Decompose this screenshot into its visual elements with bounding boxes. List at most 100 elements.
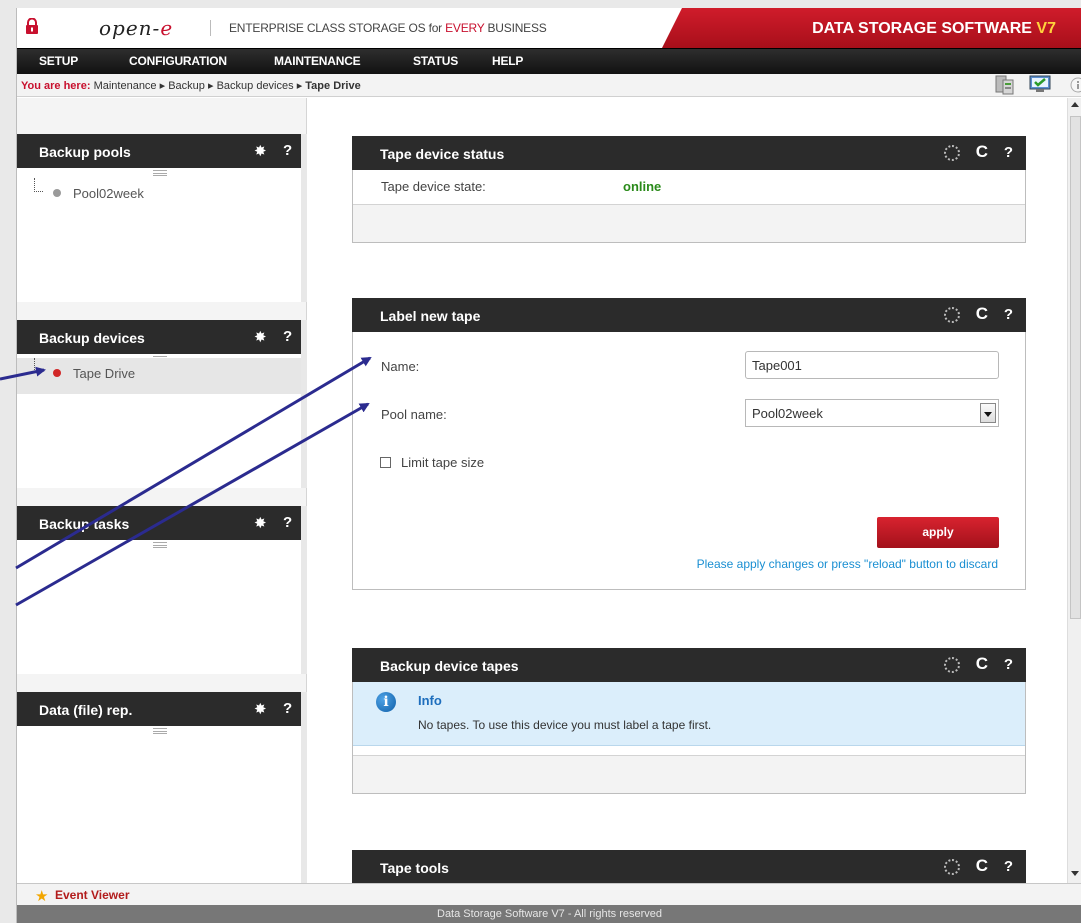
panel-title: Label new tape — [380, 308, 481, 324]
footer-text: Data Storage Software V7 - All rights re… — [437, 908, 662, 920]
breadcrumb-current: Tape Drive — [305, 80, 361, 92]
panel-title: Backup tasks — [39, 516, 130, 532]
panel-data-file-rep: Data (file) rep. ✸ ? — [17, 692, 307, 886]
panel-title: Tape device status — [380, 146, 505, 162]
menu-configuration[interactable]: CONFIGURATION — [129, 54, 227, 68]
panel-header: Tape device status C ? — [352, 136, 1026, 170]
reload-icon[interactable]: C — [976, 654, 988, 674]
panel-backup-pools: Backup pools ✸ ? Pool02week — [17, 134, 307, 302]
status-dot-icon — [53, 189, 61, 197]
help-icon[interactable]: ? — [1004, 656, 1013, 673]
chevron-down-icon[interactable] — [980, 403, 996, 423]
panel-tape-device-status: Tape device status C ? Tape device state… — [352, 136, 1026, 243]
breadcrumb-separator: ▸ — [207, 80, 214, 92]
panel-label-new-tape: Label new tape C ? Name: Tape001 Pool na… — [352, 298, 1026, 590]
limit-tape-size-label: Limit tape size — [401, 455, 485, 470]
tree-item-pool02week[interactable]: Pool02week — [17, 178, 301, 214]
menu-setup[interactable]: SETUP — [39, 54, 78, 68]
panel-footer — [353, 755, 1025, 793]
help-icon[interactable]: ? — [1004, 144, 1013, 161]
left-sidebar: Backup pools ✸ ? Pool02week Backup devic… — [17, 98, 307, 886]
apply-hint: Please apply changes or press "reload" b… — [696, 557, 998, 571]
apply-button[interactable]: apply — [877, 517, 999, 548]
panel-body — [17, 726, 307, 886]
state-value: online — [623, 179, 662, 194]
gear-icon[interactable]: ✸ — [254, 700, 267, 718]
pool-name-label: Pool name: — [381, 407, 447, 422]
header-divider — [210, 20, 211, 36]
breadcrumb-item[interactable]: Maintenance — [94, 80, 157, 92]
help-icon[interactable]: ? — [283, 328, 292, 345]
help-icon[interactable]: ? — [1004, 306, 1013, 323]
info-title: Info — [418, 693, 442, 708]
scroll-down-icon[interactable] — [1071, 871, 1079, 876]
gear-icon[interactable]: ✸ — [254, 514, 267, 532]
scroll-up-icon[interactable] — [1071, 102, 1079, 107]
help-icon[interactable]: ? — [283, 514, 292, 531]
panel-title: Backup device tapes — [380, 658, 519, 674]
panel-header: Label new tape C ? — [352, 298, 1026, 332]
limit-tape-size-checkbox[interactable] — [380, 457, 391, 468]
menu-status[interactable]: STATUS — [413, 54, 458, 68]
tape-name-input[interactable]: Tape001 — [745, 351, 999, 379]
panel-header: Data (file) rep. ✸ ? — [17, 692, 307, 726]
tree-connector — [34, 178, 43, 192]
menu-maintenance[interactable]: MAINTENANCE — [274, 54, 361, 68]
panel-tape-tools: Tape tools C ? — [352, 850, 1026, 883]
brand-band: DATA STORAGE SOFTWARE V7 — [662, 8, 1081, 48]
panel-header: Backup pools ✸ ? — [17, 134, 307, 168]
pool-name-value: Pool02week — [752, 406, 823, 421]
tagline: ENTERPRISE CLASS STORAGE OS for EVERY BU… — [229, 21, 547, 35]
header: open-e ENTERPRISE CLASS STORAGE OS for E… — [17, 8, 1081, 48]
panel-backup-devices: Backup devices ✸ ? Tape Drive — [17, 320, 307, 488]
loading-spinner-icon — [944, 657, 960, 673]
help-icon[interactable]: ? — [1004, 858, 1013, 875]
main-content: Tape device status C ? Tape device state… — [307, 98, 1067, 883]
reload-icon[interactable]: C — [976, 142, 988, 162]
panel-title: Backup pools — [39, 144, 131, 160]
panel-title: Tape tools — [380, 860, 449, 876]
info-icon: i — [376, 692, 396, 712]
panel-body: Pool02week — [17, 168, 307, 302]
star-icon: ★ — [35, 888, 49, 905]
help-icon[interactable]: ? — [283, 700, 292, 717]
tree-connector — [34, 358, 43, 372]
resize-grip-icon[interactable] — [153, 728, 167, 734]
tree-item-tape-drive[interactable]: Tape Drive — [17, 358, 301, 394]
resize-grip-icon[interactable] — [153, 170, 167, 176]
panel-backup-tasks: Backup tasks ✸ ? — [17, 506, 307, 674]
name-label: Name: — [381, 359, 420, 374]
breadcrumb-item[interactable]: Backup devices — [217, 80, 294, 92]
main-menu: SETUP CONFIGURATION MAINTENANCE STATUS H… — [17, 48, 1081, 74]
logo[interactable]: open-e — [99, 16, 173, 40]
footer: Data Storage Software V7 - All rights re… — [17, 905, 1081, 923]
help-icon[interactable]: ? — [283, 142, 292, 159]
breadcrumb-separator: ▸ — [296, 80, 303, 92]
event-viewer-link[interactable]: Event Viewer — [55, 888, 129, 902]
status-dot-icon — [53, 369, 61, 377]
info-icon[interactable] — [1070, 77, 1081, 93]
reload-icon[interactable]: C — [976, 856, 988, 876]
panel-footer — [353, 204, 1025, 242]
gear-icon[interactable]: ✸ — [254, 142, 267, 160]
panel-title: Backup devices — [39, 330, 145, 346]
scroll-thumb[interactable] — [1070, 116, 1081, 619]
breadcrumb: You are here: Maintenance ▸ Backup ▸ Bac… — [17, 74, 1081, 97]
pool-name-select[interactable]: Pool02week — [745, 399, 999, 427]
loading-spinner-icon — [944, 307, 960, 323]
loading-spinner-icon — [944, 145, 960, 161]
monitor-check-icon[interactable] — [1028, 74, 1052, 94]
resize-grip-icon[interactable] — [153, 542, 167, 548]
panel-header: Tape tools C ? — [352, 850, 1026, 883]
app-window: open-e ENTERPRISE CLASS STORAGE OS for E… — [16, 8, 1081, 923]
breadcrumb-item[interactable]: Backup — [168, 80, 205, 92]
tree-item-label: Pool02week — [73, 186, 144, 201]
state-label: Tape device state: — [381, 179, 486, 194]
panel-header: Backup device tapes C ? — [352, 648, 1026, 682]
menu-help[interactable]: HELP — [492, 54, 523, 68]
reload-icon[interactable]: C — [976, 304, 988, 324]
server-icon[interactable] — [994, 74, 1018, 96]
panel-backup-device-tapes: Backup device tapes C ? i Info No tapes.… — [352, 648, 1026, 794]
gear-icon[interactable]: ✸ — [254, 328, 267, 346]
vertical-scrollbar[interactable] — [1067, 98, 1081, 883]
